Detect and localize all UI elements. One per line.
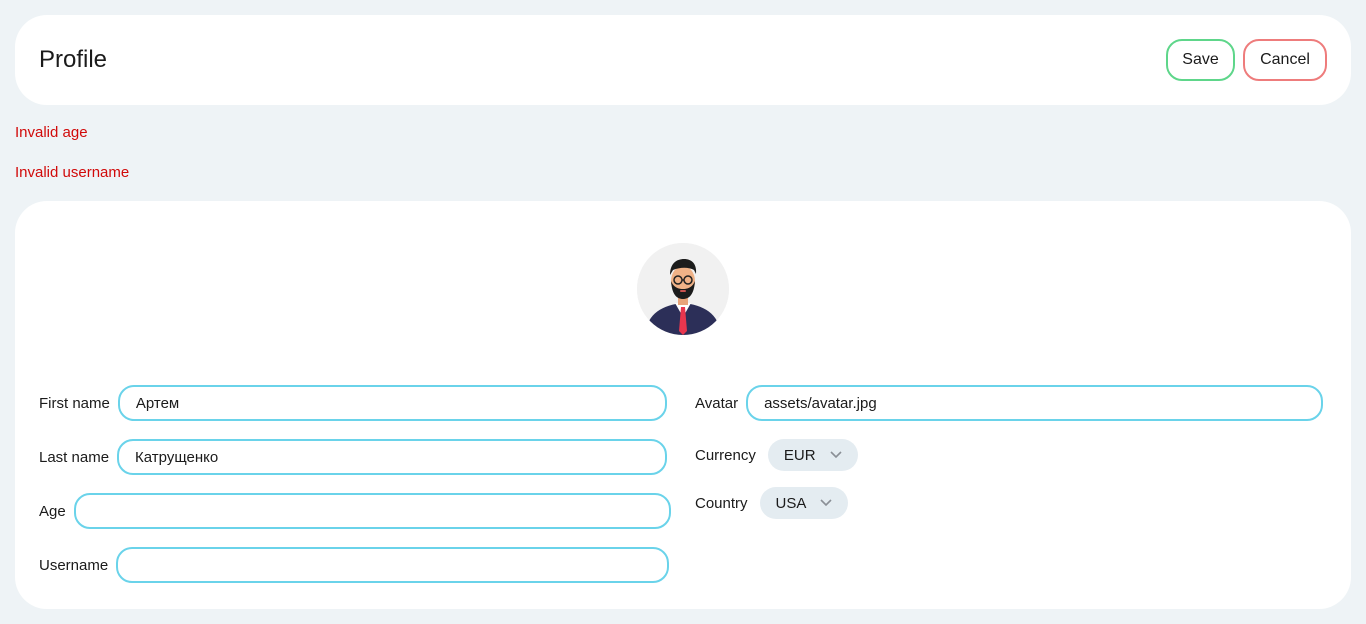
avatar (637, 243, 729, 335)
country-label: Country (695, 494, 748, 512)
save-button[interactable]: Save (1166, 39, 1235, 81)
age-input[interactable] (73, 493, 671, 529)
page-title: Profile (39, 46, 108, 73)
first-name-input[interactable] (117, 385, 667, 421)
last-name-input[interactable] (117, 439, 668, 475)
last-name-row: Last name (39, 439, 668, 475)
country-value: USA (775, 494, 807, 512)
country-row: Country USA (695, 485, 849, 521)
chevron-down-icon (829, 451, 842, 459)
avatar-label: Avatar (695, 394, 739, 412)
error-message-username: Invalid username (15, 164, 130, 181)
profile-form-card: First name Last name Age Username Avatar… (15, 201, 1351, 609)
username-row: Username (39, 547, 670, 583)
currency-value: EUR (783, 446, 816, 464)
last-name-label: Last name (39, 448, 110, 466)
avatar-url-input[interactable] (746, 385, 1324, 421)
currency-label: Currency (695, 446, 756, 464)
username-input[interactable] (116, 547, 670, 583)
first-name-label: First name (39, 394, 110, 412)
currency-row: Currency EUR (695, 437, 858, 473)
username-label: Username (39, 556, 109, 574)
chevron-down-icon (820, 499, 832, 507)
page-header: Profile Save Cancel (15, 15, 1351, 105)
first-name-row: First name (39, 385, 667, 421)
avatar-row: Avatar (695, 385, 1324, 421)
currency-select[interactable]: EUR (767, 439, 858, 471)
error-message-age: Invalid age (15, 124, 88, 141)
country-select[interactable]: USA (759, 487, 849, 519)
age-label: Age (39, 502, 66, 520)
age-row: Age (39, 493, 671, 529)
avatar-image (637, 243, 729, 335)
cancel-button[interactable]: Cancel (1243, 39, 1327, 81)
